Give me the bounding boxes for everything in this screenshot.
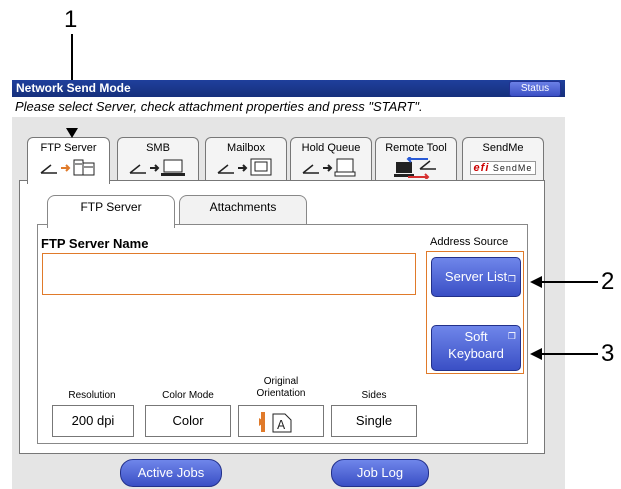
callout-3-line [540, 353, 598, 355]
window-corner-icon: ❐ [507, 331, 516, 341]
mailbox-icon [206, 157, 286, 181]
callout-1-arrowhead [66, 128, 78, 138]
soft-keyboard-button[interactable]: ❐ Soft Keyboard [431, 325, 521, 371]
callout-2-line [540, 281, 598, 283]
tab-label: Mailbox [227, 142, 265, 154]
callout-2-arrowhead [530, 276, 542, 288]
instruction-text: Please select Server, check attachment p… [12, 97, 565, 117]
soft-keyboard-label-line2: Keyboard [448, 346, 504, 361]
sides-label: Sides [361, 390, 387, 401]
ftp-server-name-input[interactable] [42, 253, 416, 295]
window-title: Network Send Mode [16, 81, 131, 95]
tab-smb[interactable]: SMB [117, 137, 199, 182]
subtab-ftp-server[interactable]: FTP Server [47, 195, 175, 228]
original-orientation-button[interactable]: A [238, 405, 324, 437]
server-list-label: Server List [444, 269, 508, 284]
orientation-icon: A [251, 411, 311, 433]
callout-2: 2 [601, 268, 615, 295]
sides-value[interactable]: Single [331, 405, 417, 437]
tab-remote-tool[interactable]: Remote Tool [375, 137, 457, 182]
active-jobs-button[interactable]: Active Jobs [120, 459, 222, 487]
svg-text:A: A [277, 418, 286, 432]
hold-queue-icon [291, 157, 371, 181]
ftp-server-name-label: FTP Server Name [41, 236, 149, 251]
tab-hold-queue[interactable]: Hold Queue [290, 137, 372, 182]
soft-keyboard-label-line1: Soft [464, 329, 488, 344]
callout-3: 3 [601, 340, 615, 367]
title-bar: Network Send Mode Status [12, 80, 565, 97]
smb-computer-icon [118, 157, 198, 181]
callout-1: 1 [64, 6, 78, 33]
sendme-brand-text: SendMe [492, 163, 533, 173]
job-log-button[interactable]: Job Log [331, 459, 429, 487]
efi-sendme-logo-icon: efi SendMe [463, 158, 543, 175]
tab-label: FTP Server [40, 142, 97, 154]
efi-brand: efi [473, 162, 490, 174]
callout-3-arrowhead [530, 348, 542, 360]
tab-sendme[interactable]: SendMe efi SendMe [462, 137, 544, 182]
tab-label: SMB [146, 142, 170, 154]
window-corner-icon: ❐ [507, 274, 516, 284]
server-list-button[interactable]: ❐ Server List [431, 257, 521, 297]
status-button[interactable]: Status [509, 81, 561, 97]
resolution-value[interactable]: 200 dpi [52, 405, 134, 437]
instruction-label: Please select Server, check attachment p… [15, 99, 423, 114]
ftp-server-icon [28, 157, 109, 181]
color-mode-label: Color Mode [162, 390, 214, 401]
tab-mailbox[interactable]: Mailbox [205, 137, 287, 182]
original-orientation-label: Original Orientation [256, 376, 306, 399]
tab-ftp-server[interactable]: FTP Server [27, 137, 110, 184]
subtab-attachments[interactable]: Attachments [179, 195, 307, 226]
tab-label: SendMe [482, 142, 524, 154]
tab-label: Remote Tool [385, 142, 447, 154]
address-source-label: Address Source [430, 236, 509, 248]
tab-label: Hold Queue [301, 142, 361, 154]
color-mode-value[interactable]: Color [145, 405, 231, 437]
resolution-label: Resolution [68, 390, 116, 401]
